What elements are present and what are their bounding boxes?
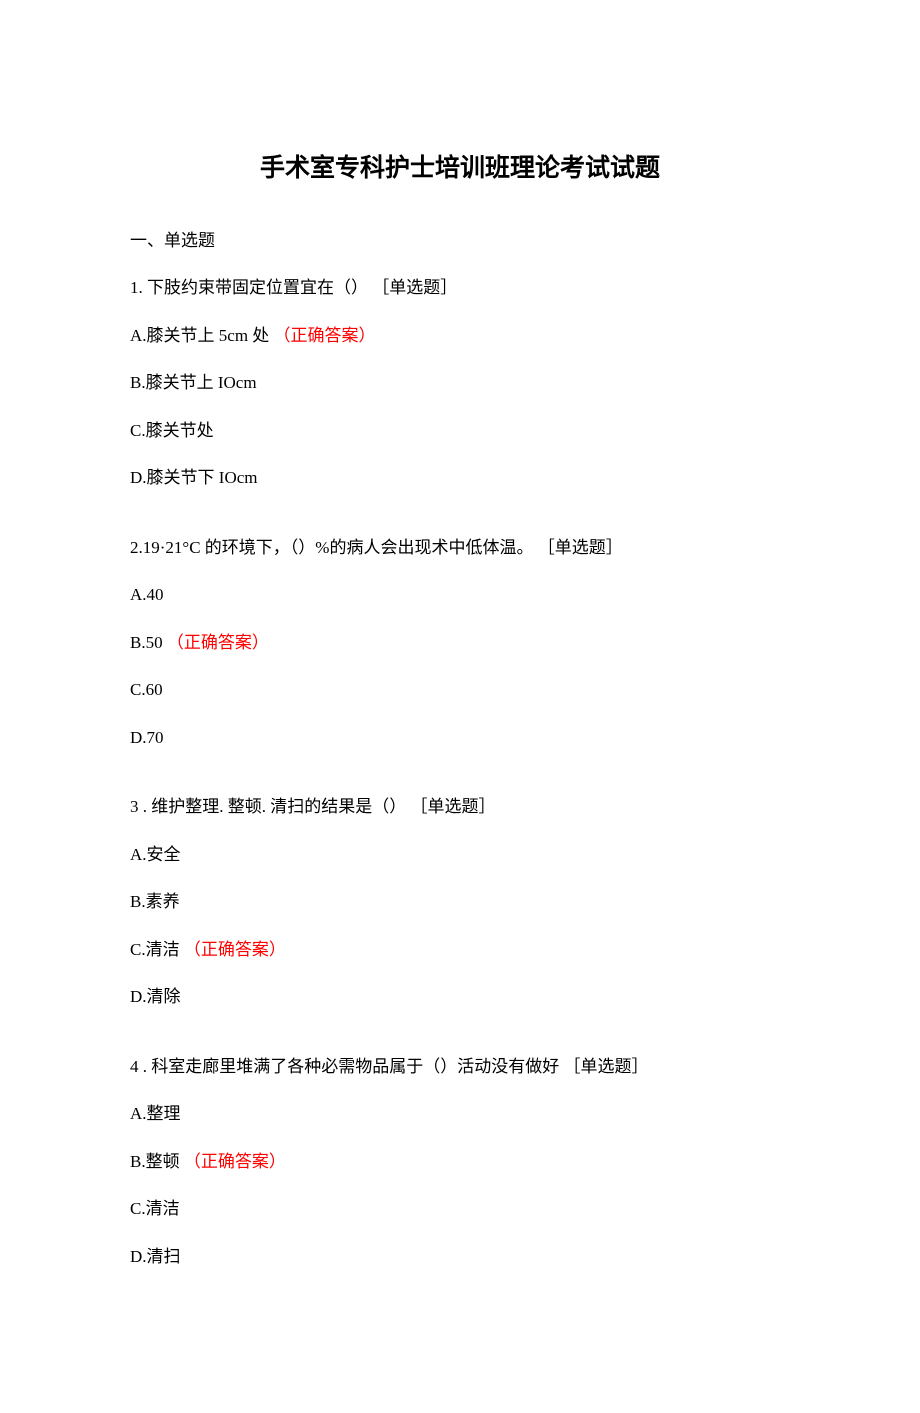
page-container: 手术室专科护士培训班理论考试试题 一、单选题 1. 下肢约束带固定位置宜在（） …: [0, 0, 920, 1413]
question-stem: 3 . 维护整理. 整顿. 清扫的结果是（） ［单选题］: [130, 794, 790, 820]
question-type-tag: ［单选题］: [372, 278, 457, 297]
option-text: B.素养: [130, 892, 180, 911]
option: D.清除: [130, 984, 790, 1010]
option-text: D.70: [130, 728, 164, 747]
question-block: 2.19·21°C 的环境下，（）%的病人会出现术中低体温。 ［单选题］ A.4…: [130, 535, 790, 751]
question-type-tag: ［单选题］: [538, 538, 623, 557]
option: D.膝关节下 IOcm: [130, 465, 790, 491]
option: D.70: [130, 725, 790, 751]
exam-title: 手术室专科护士培训班理论考试试题: [130, 150, 790, 188]
option-text: C.60: [130, 680, 163, 699]
option: B.50 （正确答案）: [130, 630, 790, 656]
stem-text: 4 . 科室走廊里堆满了各种必需物品属于（）活动没有做好: [130, 1057, 559, 1076]
option: C.清洁 （正确答案）: [130, 937, 790, 963]
option: A.整理: [130, 1101, 790, 1127]
option-text: D.清除: [130, 987, 181, 1006]
correct-answer-tag: （正确答案）: [184, 1152, 286, 1171]
option-text: A.膝关节上 5cm 处: [130, 326, 269, 345]
correct-answer-tag: （正确答案）: [167, 633, 269, 652]
option: C.60: [130, 677, 790, 703]
option: B.膝关节上 IOcm: [130, 370, 790, 396]
option: A.安全: [130, 842, 790, 868]
stem-text: 3 . 维护整理. 整顿. 清扫的结果是（）: [130, 797, 406, 816]
option: B.素养: [130, 889, 790, 915]
question-block: 1. 下肢约束带固定位置宜在（） ［单选题］ A.膝关节上 5cm 处 （正确答…: [130, 275, 790, 491]
option: D.清扫: [130, 1244, 790, 1270]
stem-text: 1. 下肢约束带固定位置宜在（）: [130, 278, 368, 297]
question-stem: 4 . 科室走廊里堆满了各种必需物品属于（）活动没有做好 ［单选题］: [130, 1054, 790, 1080]
option-text: B.整顿: [130, 1152, 180, 1171]
question-type-tag: ［单选题］: [564, 1057, 649, 1076]
option: A.膝关节上 5cm 处 （正确答案）: [130, 323, 790, 349]
option-text: C.清洁: [130, 1199, 180, 1218]
section-heading: 一、单选题: [130, 228, 790, 254]
question-stem: 2.19·21°C 的环境下，（）%的病人会出现术中低体温。 ［单选题］: [130, 535, 790, 561]
option-text: A.整理: [130, 1104, 181, 1123]
option-text: B.50: [130, 633, 163, 652]
option: C.膝关节处: [130, 418, 790, 444]
question-stem: 1. 下肢约束带固定位置宜在（） ［单选题］: [130, 275, 790, 301]
option-text: D.膝关节下 IOcm: [130, 468, 257, 487]
option: A.40: [130, 582, 790, 608]
option-text: C.膝关节处: [130, 421, 214, 440]
question-block: 4 . 科室走廊里堆满了各种必需物品属于（）活动没有做好 ［单选题］ A.整理 …: [130, 1054, 790, 1270]
option: C.清洁: [130, 1196, 790, 1222]
question-type-tag: ［单选题］: [411, 797, 496, 816]
question-block: 3 . 维护整理. 整顿. 清扫的结果是（） ［单选题］ A.安全 B.素养 C…: [130, 794, 790, 1010]
stem-text: 2.19·21°C 的环境下，（）%的病人会出现术中低体温。: [130, 538, 533, 557]
correct-answer-tag: （正确答案）: [274, 326, 376, 345]
option-text: C.清洁: [130, 940, 180, 959]
option: B.整顿 （正确答案）: [130, 1149, 790, 1175]
correct-answer-tag: （正确答案）: [184, 940, 286, 959]
option-text: A.40: [130, 585, 164, 604]
option-text: B.膝关节上 IOcm: [130, 373, 257, 392]
option-text: A.安全: [130, 845, 181, 864]
option-text: D.清扫: [130, 1247, 181, 1266]
